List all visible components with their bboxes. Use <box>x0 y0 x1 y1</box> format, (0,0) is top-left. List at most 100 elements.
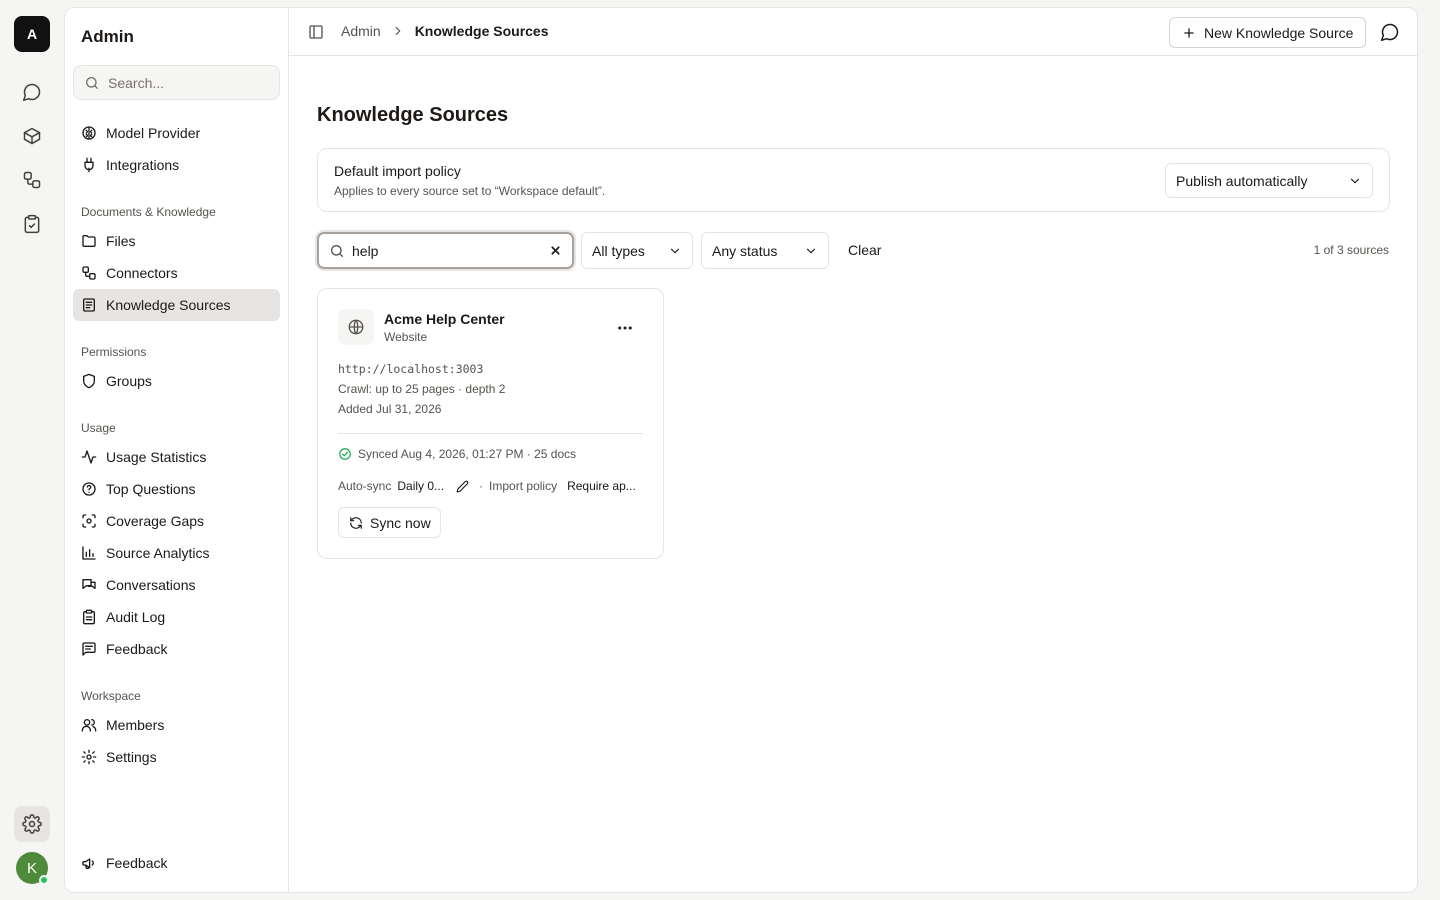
help-circle-icon <box>82 482 96 496</box>
clipboard-icon <box>83 609 95 625</box>
sync-now-label: Sync now <box>370 514 431 531</box>
sidebar-item-usage-statistics[interactable]: Usage Statistics <box>73 441 280 473</box>
sidebar-item-label: Files <box>106 233 136 249</box>
card-divider <box>338 433 643 434</box>
sidebar-item-label: Source Analytics <box>106 545 210 561</box>
source-search-input[interactable] <box>352 242 542 259</box>
import-policy-select[interactable]: Publish automatically <box>1165 163 1373 198</box>
website-icon-tile <box>338 309 374 345</box>
plus-icon <box>1184 27 1194 38</box>
group-label-usage: Usage <box>81 421 116 435</box>
import-policy-label: Import policy <box>489 479 558 493</box>
sidebar-item-label: Knowledge Sources <box>106 297 231 313</box>
type-filter-select[interactable]: All types <box>581 232 693 269</box>
source-crawl-settings: Crawl: up to 25 pages · depth 2 <box>338 382 506 396</box>
workflow-icon <box>82 266 96 280</box>
sidebar-item-label: Connectors <box>106 265 178 281</box>
sidebar-item-settings[interactable]: Settings <box>73 741 280 773</box>
source-more-menu-button[interactable] <box>616 319 634 337</box>
sidebar-item-top-questions[interactable]: Top Questions <box>73 473 280 505</box>
breadcrumb: Admin Knowledge Sources <box>341 23 549 39</box>
sidebar-item-label: Integrations <box>106 157 180 173</box>
sidebar-item-label: Feedback <box>106 641 168 657</box>
top-bar: Admin Knowledge Sources New Knowledge So… <box>289 8 1417 56</box>
chevron-down-icon <box>1350 178 1360 183</box>
separator-dot: · <box>479 479 484 493</box>
sidebar-footer-feedback[interactable]: Feedback <box>73 847 280 879</box>
message-circle-icon <box>1380 23 1399 42</box>
status-filter-value: Any status <box>712 242 778 259</box>
sidebar-item-label: Coverage Gaps <box>106 513 205 529</box>
online-status-dot <box>39 875 49 885</box>
sidebar-item-knowledge-sources[interactable]: Knowledge Sources <box>73 289 280 321</box>
chevron-down-icon <box>670 248 680 253</box>
policy-title: Default import policy <box>334 163 461 179</box>
user-avatar[interactable]: K <box>16 852 49 885</box>
chat-nav-button[interactable] <box>14 74 50 110</box>
sidebar-item-groups[interactable]: Groups <box>73 365 280 397</box>
globe-icon <box>348 319 364 335</box>
sidebar-item-audit-log[interactable]: Audit Log <box>73 601 280 633</box>
main-content: Admin Knowledge Sources New Knowledge So… <box>289 8 1417 892</box>
import-policy-card: Default import policy Applies to every s… <box>317 148 1390 212</box>
bar-chart-icon <box>82 546 96 560</box>
edit-auto-sync-button[interactable] <box>456 480 469 493</box>
workflow-icon <box>23 171 41 189</box>
source-type: Website <box>384 330 428 344</box>
sidebar-item-conversations[interactable]: Conversations <box>73 569 280 601</box>
app-panel: Admin Model Provider Integrations Docume… <box>64 7 1418 893</box>
knowledge-source-card[interactable]: Acme Help Center Website http://localhos… <box>317 288 664 559</box>
sidebar-item-feedback[interactable]: Feedback <box>73 633 280 665</box>
new-knowledge-source-label: New Knowledge Source <box>1204 24 1354 41</box>
shield-icon <box>83 373 95 389</box>
sidebar-search[interactable] <box>73 65 280 100</box>
import-policy-value[interactable]: Require ap... <box>567 479 636 493</box>
tasks-nav-button[interactable] <box>14 206 50 242</box>
search-icon <box>86 76 98 89</box>
assistant-chat-button[interactable] <box>1380 22 1400 42</box>
sidebar-item-label: Members <box>106 717 165 733</box>
sidebar-item-label: Audit Log <box>106 609 166 625</box>
toggle-sidebar-button[interactable] <box>308 24 324 40</box>
status-filter-select[interactable]: Any status <box>701 232 829 269</box>
sidebar-item-model-provider[interactable]: Model Provider <box>73 117 280 149</box>
sidebar-item-connectors[interactable]: Connectors <box>73 257 280 289</box>
box-icon <box>23 127 41 145</box>
sync-now-button[interactable]: Sync now <box>338 507 441 538</box>
group-label-documents: Documents & Knowledge <box>81 205 216 219</box>
sidebar-item-label: Conversations <box>106 577 196 593</box>
more-horizontal-icon <box>618 326 632 330</box>
source-added-date: Added Jul 31, 2026 <box>338 402 442 416</box>
sync-status-text: Synced Aug 4, 2026, 01:27 PM · 25 docs <box>358 447 577 461</box>
group-label-permissions: Permissions <box>81 345 147 359</box>
gear-icon <box>22 814 42 834</box>
chevron-right-icon <box>395 26 401 36</box>
type-filter-value: All types <box>592 242 645 259</box>
source-search-field[interactable] <box>317 232 574 269</box>
sidebar-item-source-analytics[interactable]: Source Analytics <box>73 537 280 569</box>
avatar-initial: K <box>26 859 37 877</box>
megaphone-icon <box>82 858 94 869</box>
sidebar-item-label: Usage Statistics <box>106 449 207 465</box>
breadcrumb-admin-link[interactable]: Admin <box>341 23 381 39</box>
clear-filters-button[interactable]: Clear <box>848 242 881 258</box>
chat-bubble-icon <box>22 83 41 102</box>
auto-sync-value[interactable]: Daily 0... <box>397 479 444 493</box>
pencil-icon <box>456 480 469 492</box>
workflows-nav-button[interactable] <box>14 162 50 198</box>
sidebar-search-input[interactable] <box>108 74 268 91</box>
sidebar-item-coverage-gaps[interactable]: Coverage Gaps <box>73 505 280 537</box>
sidebar-item-integrations[interactable]: Integrations <box>73 149 280 181</box>
sidebar-item-files[interactable]: Files <box>73 225 280 257</box>
page-title: Knowledge Sources <box>317 104 509 126</box>
chevron-down-icon <box>806 248 816 253</box>
clear-search-button[interactable] <box>549 244 562 257</box>
admin-settings-nav-button[interactable] <box>14 806 50 842</box>
workspace-logo[interactable]: A <box>14 16 50 52</box>
sidebar-item-label: Top Questions <box>106 481 196 497</box>
messages-icon <box>82 579 96 589</box>
sidebar-item-members[interactable]: Members <box>73 709 280 741</box>
auto-sync-label: Auto-sync <box>338 479 392 493</box>
models-nav-button[interactable] <box>14 118 50 154</box>
new-knowledge-source-button[interactable]: New Knowledge Source <box>1169 17 1366 48</box>
